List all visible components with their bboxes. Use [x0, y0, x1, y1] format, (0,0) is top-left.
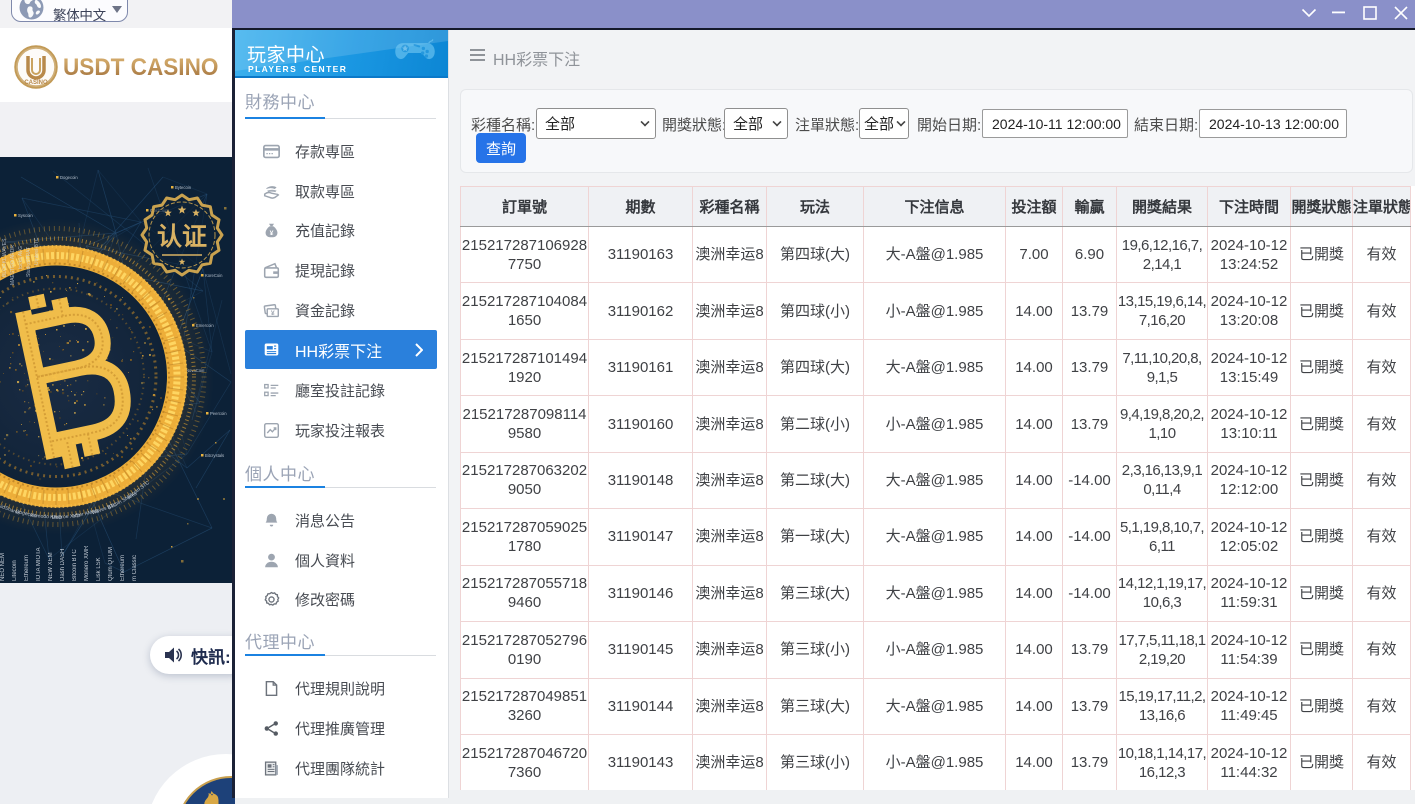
- svg-text:Dogecoin: Dogecoin: [60, 175, 78, 180]
- svg-text:¥: ¥: [271, 310, 275, 317]
- svg-text:Qtum QTUM: Qtum QTUM: [108, 547, 114, 581]
- svg-text:¥: ¥: [270, 229, 274, 236]
- svg-text:Monero XMR: Monero XMR: [84, 545, 90, 581]
- svg-text:Peercoin: Peercoin: [210, 411, 227, 416]
- svg-text:Ethereum: Ethereum: [24, 555, 30, 581]
- svg-text:Syscoin: Syscoin: [18, 213, 33, 218]
- svg-text:Bitcrystals: Bitcrystals: [205, 453, 224, 458]
- svg-text:KoreCoin: KoreCoin: [205, 273, 223, 278]
- svg-text:StudioSTRAT: StudioSTRAT: [26, 247, 32, 277]
- svg-text:MAESTRO ARDR: MAESTRO ARDR: [10, 245, 16, 285]
- svg-text:Litecoin: Litecoin: [12, 560, 18, 581]
- svg-text:Bytecoin: Bytecoin: [175, 185, 192, 190]
- svg-text:IOTA MIOTA: IOTA MIOTA: [36, 548, 42, 581]
- svg-text:BLOCKL WAVES: BLOCKL WAVES: [2, 238, 8, 277]
- svg-text:Dash DASH: Dash DASH: [60, 549, 66, 581]
- svg-text:CASINO: CASINO: [24, 80, 48, 86]
- svg-text:认证: 认证: [157, 223, 207, 251]
- svg-text:tocks AVG: tocks AVG: [18, 246, 24, 269]
- svg-text:NEW XEM: NEW XEM: [48, 552, 54, 581]
- svg-text:m Classic: m Classic: [132, 555, 138, 581]
- svg-text:Umbrel BTC: Umbrel BTC: [34, 237, 40, 265]
- svg-text:Ethereum: Ethereum: [120, 555, 126, 581]
- svg-text:Bitcoin BTC: Bitcoin BTC: [72, 549, 78, 581]
- svg-text:Lisk LSK: Lisk LSK: [96, 557, 102, 581]
- svg-text:NEO NEM: NEO NEM: [0, 553, 6, 581]
